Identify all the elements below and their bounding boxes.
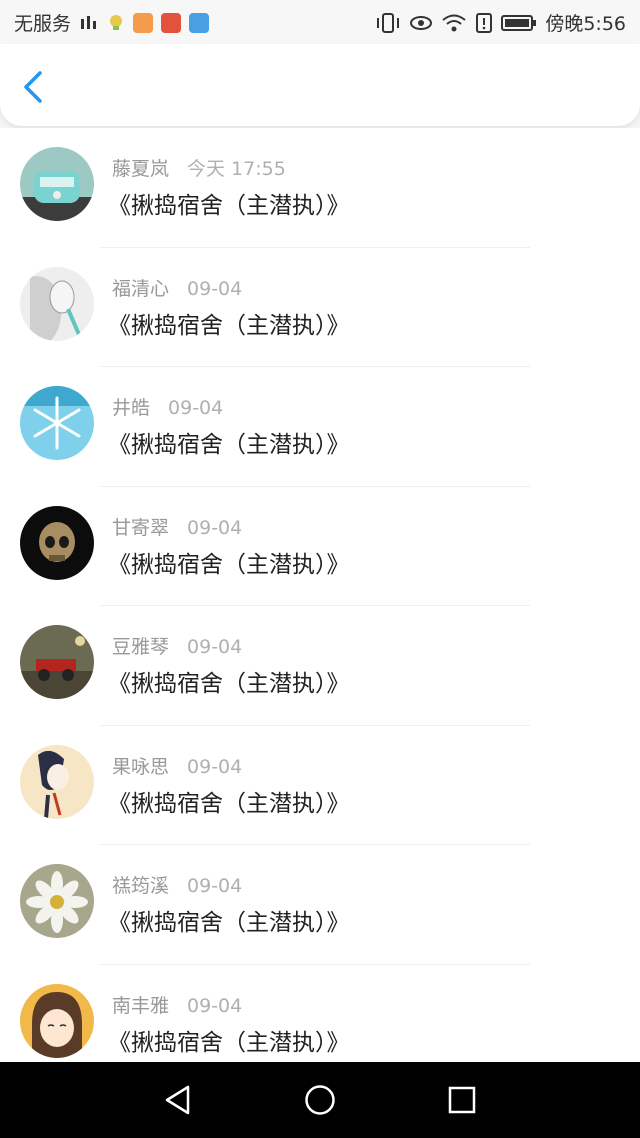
sender-name: 甘寄翠 bbox=[112, 516, 170, 539]
avatar-snowflake bbox=[20, 386, 94, 460]
avatar-daisy bbox=[20, 864, 94, 938]
list-item[interactable]: 豆雅琴 09-04 《揪捣宿舍（主潜执）》 bbox=[0, 606, 640, 726]
chat-app-icon bbox=[189, 12, 210, 33]
message-title: 《揪捣宿舍（主潜执）》 bbox=[108, 790, 350, 817]
nav-home-button[interactable] bbox=[300, 1080, 340, 1120]
chevron-left-icon bbox=[24, 71, 42, 103]
list-item[interactable]: 甘寄翠 09-04 《揪捣宿舍（主潜执）》 bbox=[0, 487, 640, 606]
message-title: 《揪捣宿舍（主潜执）》 bbox=[108, 193, 350, 219]
top-app-bar bbox=[0, 44, 640, 126]
message-meta: 果咏思 09-04 bbox=[112, 752, 242, 779]
message-date: 今天 17:55 bbox=[187, 158, 286, 180]
message-meta: 禚筠溪 09-04 bbox=[112, 871, 242, 898]
sender-name: 南丰雅 bbox=[112, 994, 170, 1017]
message-meta: 豆雅琴 09-04 bbox=[112, 632, 242, 659]
sim-alert-icon bbox=[476, 12, 493, 33]
avatar-sketch-girl bbox=[20, 266, 94, 341]
list-item[interactable]: 南丰雅 09-04 《揪捣宿舍（主潜执）》 bbox=[0, 965, 640, 1063]
nav-recents-button[interactable] bbox=[442, 1080, 482, 1120]
triangle-back-icon bbox=[165, 1085, 190, 1115]
message-date: 09-04 bbox=[187, 755, 243, 778]
sender-name: 福清心 bbox=[112, 277, 170, 300]
signal-icon bbox=[81, 15, 97, 29]
message-meta: 南丰雅 09-04 bbox=[112, 991, 242, 1018]
avatar-van bbox=[20, 147, 94, 221]
message-date: 09-04 bbox=[187, 516, 243, 539]
list-item[interactable]: 果咏思 09-04 《揪捣宿舍（主潜执）》 bbox=[0, 726, 640, 845]
circle-home-icon bbox=[305, 1085, 335, 1115]
message-title: 《揪捣宿舍（主潜执）》 bbox=[108, 551, 350, 578]
square-recents-icon bbox=[448, 1086, 476, 1114]
sender-name: 果咏思 bbox=[112, 755, 170, 778]
message-date: 09-04 bbox=[187, 994, 243, 1017]
message-meta: 福清心 09-04 bbox=[112, 274, 242, 301]
message-date: 09-04 bbox=[187, 277, 243, 300]
avatar-toy-car bbox=[20, 625, 94, 699]
sender-name: 藤夏岚 bbox=[112, 158, 170, 180]
video-app-icon bbox=[133, 12, 154, 33]
bulb-icon bbox=[110, 14, 123, 30]
list-item[interactable]: 藤夏岚 今天 17:55 《揪捣宿舍（主潜执）》 bbox=[0, 128, 640, 248]
status-bar: 无服务 傍晚5:56 bbox=[0, 0, 640, 44]
carrier-label: 无服务 bbox=[14, 13, 72, 35]
message-title: 《揪捣宿舍（主潜执）》 bbox=[108, 671, 350, 697]
eye-icon bbox=[410, 15, 433, 30]
system-navigation-bar bbox=[0, 1062, 640, 1138]
battery-icon bbox=[501, 14, 537, 31]
list-item[interactable]: 福清心 09-04 《揪捣宿舍（主潜执）》 bbox=[0, 248, 640, 367]
message-list: 藤夏岚 今天 17:55 《揪捣宿舍（主潜执）》 福清心 09-04 《揪捣宿舍（主… bbox=[0, 128, 640, 1062]
message-date: 09-04 bbox=[187, 636, 243, 658]
message-meta: 藤夏岚 今天 17:55 bbox=[112, 154, 286, 181]
huawei-app-icon bbox=[161, 12, 182, 33]
message-meta: 井皓 09-04 bbox=[112, 393, 223, 420]
status-right: 傍晚5:56 bbox=[375, 9, 626, 36]
back-button[interactable] bbox=[18, 68, 52, 106]
wifi-icon bbox=[442, 14, 466, 31]
message-date: 09-04 bbox=[187, 875, 243, 897]
message-title: 《揪捣宿舍（主潜执）》 bbox=[108, 1029, 350, 1056]
list-item[interactable]: 井皓 09-04 《揪捣宿舍（主潜执）》 bbox=[0, 367, 640, 487]
status-left: 无服务 bbox=[14, 9, 217, 36]
message-date: 09-04 bbox=[168, 397, 224, 419]
avatar-anime-girl bbox=[20, 744, 94, 819]
message-title: 《揪捣宿舍（主潜执）》 bbox=[108, 910, 350, 936]
avatar-skull bbox=[20, 505, 94, 580]
sender-name: 豆雅琴 bbox=[112, 636, 170, 658]
message-title: 《揪捣宿舍（主潜执）》 bbox=[108, 312, 350, 339]
message-meta: 甘寄翠 09-04 bbox=[112, 513, 242, 540]
clock: 傍晚5:56 bbox=[545, 13, 626, 35]
avatar-cartoon-face bbox=[20, 983, 94, 1058]
message-title: 《揪捣宿舍（主潜执）》 bbox=[108, 432, 350, 458]
vibrate-icon bbox=[377, 12, 400, 33]
nav-back-button[interactable] bbox=[158, 1080, 198, 1120]
sender-name: 井皓 bbox=[112, 397, 151, 419]
sender-name: 禚筠溪 bbox=[112, 875, 170, 897]
list-item[interactable]: 禚筠溪 09-04 《揪捣宿舍（主潜执）》 bbox=[0, 845, 640, 965]
